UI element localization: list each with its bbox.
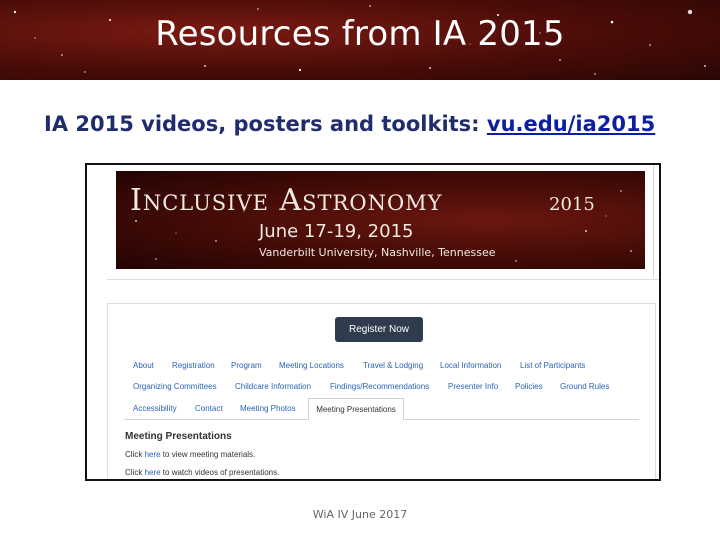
header-border xyxy=(653,165,654,277)
nav-presenter-info[interactable]: Presenter Info xyxy=(448,382,498,391)
nav-policies[interactable]: Policies xyxy=(515,382,543,391)
title-banner: Resources from IA 2015 xyxy=(0,0,720,80)
site-dates: June 17-19, 2015 xyxy=(259,221,414,242)
watch-videos-line: Click here to watch videos of presentati… xyxy=(125,468,279,477)
nav-local-information[interactable]: Local Information xyxy=(440,361,501,370)
slide-title: Resources from IA 2015 xyxy=(155,14,565,54)
view-materials-line: Click here to view meeting materials. xyxy=(125,450,255,459)
line2-pre: Click xyxy=(125,468,145,477)
nav-contact[interactable]: Contact xyxy=(195,404,223,413)
line2-post: to watch videos of presentations. xyxy=(160,468,280,477)
line1-post: to view meeting materials. xyxy=(160,450,256,459)
nav-travel-lodging[interactable]: Travel & Lodging xyxy=(363,361,423,370)
nav-list-of-participants[interactable]: List of Participants xyxy=(520,361,585,370)
subtitle-text: IA 2015 videos, posters and toolkits: xyxy=(44,112,487,136)
site-year: 2015 xyxy=(549,194,595,215)
site-name: Inclusive Astronomy xyxy=(130,183,443,218)
ia2015-link[interactable]: vu.edu/ia2015 xyxy=(487,112,655,136)
register-now-button[interactable]: Register Now xyxy=(335,317,423,342)
website-screenshot: Inclusive Astronomy 2015 June 17-19, 201… xyxy=(85,163,661,481)
nav-meeting-locations[interactable]: Meeting Locations xyxy=(279,361,344,370)
materials-here-link[interactable]: here xyxy=(145,450,161,459)
subtitle: IA 2015 videos, posters and toolkits: vu… xyxy=(44,112,655,136)
line1-pre: Click xyxy=(125,450,145,459)
section-title: Meeting Presentations xyxy=(125,431,232,442)
nav-organizing-committees[interactable]: Organizing Committees xyxy=(133,382,217,391)
nav-childcare-information[interactable]: Childcare Information xyxy=(235,382,311,391)
nav-program[interactable]: Program xyxy=(231,361,262,370)
videos-here-link[interactable]: here xyxy=(145,468,161,477)
nav-meeting-photos[interactable]: Meeting Photos xyxy=(240,404,296,413)
nav-findings-recommendations[interactable]: Findings/Recommendations xyxy=(330,382,429,391)
site-name-text: Inclusive Astronomy xyxy=(130,183,443,218)
site-header-banner: Inclusive Astronomy 2015 June 17-19, 201… xyxy=(116,171,645,269)
nav-about[interactable]: About xyxy=(133,361,154,370)
tab-meeting-presentations[interactable]: Meeting Presentations xyxy=(308,398,404,420)
slide-footer: WiA IV June 2017 xyxy=(312,508,408,521)
nav-ground-rules[interactable]: Ground Rules xyxy=(560,382,609,391)
header-divider xyxy=(107,279,659,280)
site-location: Vanderbilt University, Nashville, Tennes… xyxy=(259,246,496,259)
nav-accessibility[interactable]: Accessibility xyxy=(133,404,177,413)
nav-registration[interactable]: Registration xyxy=(172,361,215,370)
